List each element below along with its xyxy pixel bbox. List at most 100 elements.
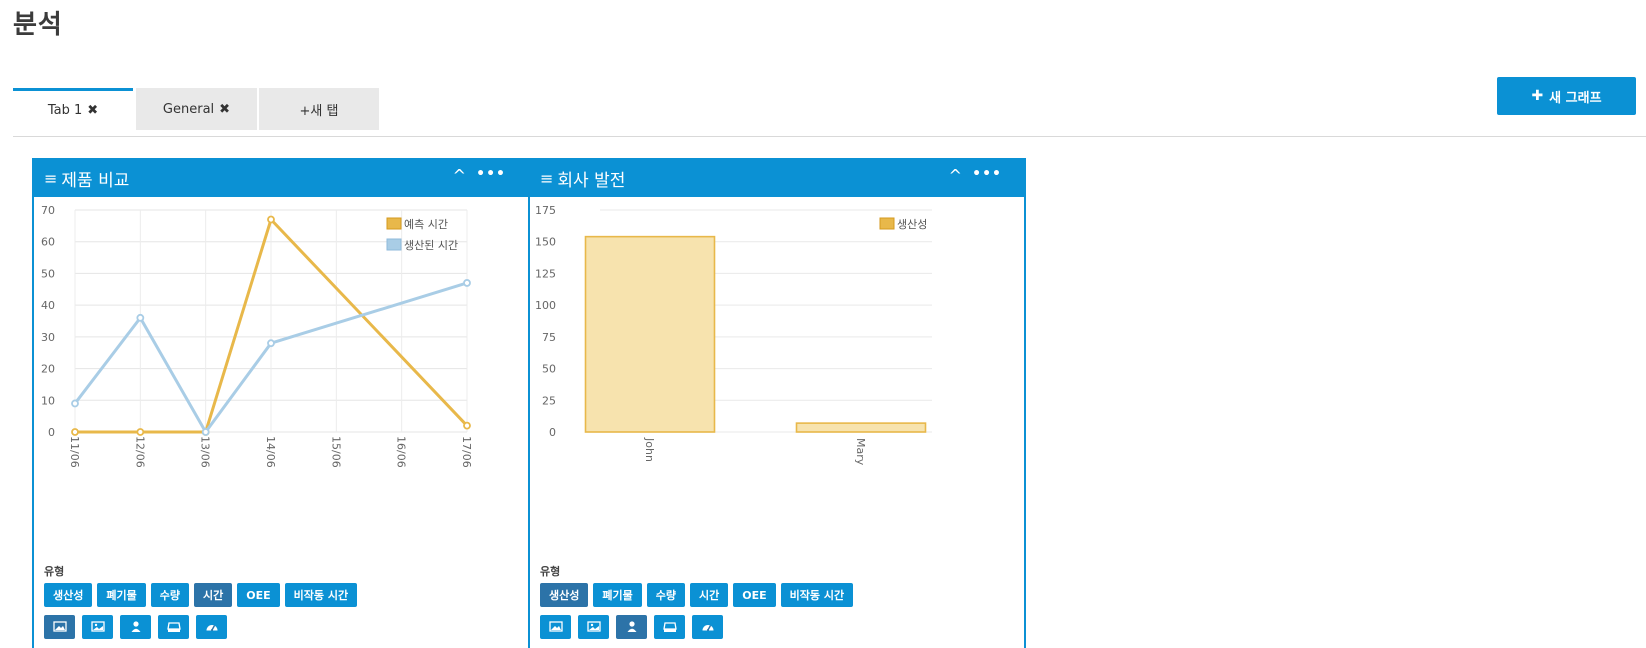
type-button-5[interactable]: 비작동 시간 — [284, 583, 358, 607]
chevron-up-icon[interactable]: ^ — [453, 166, 466, 185]
page-title: 분석 — [13, 10, 63, 40]
panel-company-growth: ≡ 회사 발전 ^ ••• 0 25 50 75 100 125 150 175 John Mar… — [528, 158, 1026, 648]
type-button-5[interactable]: 비작동 시간 — [780, 583, 854, 607]
data-point — [267, 215, 275, 224]
panel-header: ≡ 회사 발전 ^ ••• — [530, 160, 1024, 197]
picture-icon-button[interactable] — [578, 615, 609, 639]
bar-mary — [795, 422, 927, 433]
type-button-0[interactable]: 생산성 — [44, 583, 93, 607]
menu-icon[interactable]: ≡ — [540, 170, 553, 187]
y-tick-label: 100 — [535, 299, 556, 312]
chevron-up-icon[interactable]: ^ — [949, 166, 962, 185]
legend-swatch — [879, 217, 895, 230]
image-icon-button[interactable] — [540, 615, 571, 639]
panel-product-comparison: ≡ 제품 비교 ^ ••• 0 10 20 30 40 50 60 70 11/06 12/06 1… — [32, 158, 530, 648]
data-point — [463, 421, 471, 430]
machine-icon — [166, 622, 181, 632]
legend-label: 생산성 — [897, 218, 927, 231]
x-tick-label: 11/06 — [68, 436, 81, 468]
type-button-4[interactable]: OEE — [733, 583, 776, 607]
picture-icon — [90, 621, 105, 632]
data-point — [71, 428, 79, 436]
tab-label: General — [162, 101, 215, 117]
machine-icon — [662, 622, 677, 632]
machine-icon-button[interactable] — [654, 615, 685, 639]
bar-chart: 0 25 50 75 100 125 150 175 John Mary 생산성 — [535, 204, 932, 466]
type-button-2[interactable]: 수량 — [646, 583, 685, 607]
legend-swatch — [386, 238, 402, 251]
panel-title: 회사 발전 — [557, 171, 626, 191]
picture-icon — [586, 621, 601, 632]
x-tick-label: 17/06 — [460, 436, 473, 468]
type-button-3[interactable]: 시간 — [690, 583, 729, 607]
tab-label: +새 탭 — [299, 103, 339, 119]
legend-label: 생산된 시간 — [404, 239, 458, 252]
image-icon — [548, 621, 563, 632]
machine-icon-button[interactable] — [158, 615, 189, 639]
bar-john — [584, 235, 716, 433]
y-tick-label: 175 — [535, 204, 556, 217]
y-tick-label: 125 — [535, 267, 556, 280]
user-icon — [627, 621, 636, 632]
gauge-icon-button[interactable] — [692, 615, 723, 639]
close-icon[interactable]: ✖ — [87, 103, 98, 118]
type-button-0[interactable]: 생산성 — [540, 583, 589, 607]
new-graph-label: 새 그래프 — [1549, 90, 1602, 106]
data-point — [463, 279, 471, 287]
y-tick-label: 40 — [41, 299, 55, 312]
tab-label: Tab 1 — [47, 103, 83, 118]
more-icon[interactable]: ••• — [972, 166, 1002, 182]
icon-buttons — [540, 615, 723, 639]
y-tick-label: 50 — [41, 267, 55, 280]
y-tick-label: 75 — [542, 331, 556, 344]
x-tick-label: John — [643, 437, 656, 462]
tab-tab-1[interactable]: Tab 1 ✖ — [13, 88, 133, 130]
image-icon-button[interactable] — [44, 615, 75, 639]
tab-divider — [13, 136, 1646, 137]
picture-icon-button[interactable] — [82, 615, 113, 639]
close-icon[interactable]: ✖ — [219, 102, 230, 117]
type-button-2[interactable]: 수량 — [150, 583, 189, 607]
legend-label: 예측 시간 — [404, 218, 448, 231]
y-tick-label: 70 — [41, 204, 55, 217]
x-tick-label: Mary — [854, 438, 867, 466]
new-graph-button[interactable]: ✚ 새 그래프 — [1497, 77, 1636, 115]
legend-swatch — [386, 217, 402, 230]
tab-new[interactable]: +새 탭 — [259, 88, 379, 130]
line-chart: 0 10 20 30 40 50 60 70 11/06 12/06 13/06 14/06 15/06… — [41, 204, 473, 468]
user-icon — [131, 621, 140, 632]
y-tick-label: 30 — [41, 331, 55, 344]
gauge-icon — [702, 625, 713, 631]
type-label: 유형 — [540, 565, 561, 578]
more-icon[interactable]: ••• — [476, 166, 506, 182]
x-tick-label: 13/06 — [199, 436, 212, 468]
y-tick-label: 0 — [48, 426, 55, 439]
panel-title: 제품 비교 — [61, 171, 130, 191]
type-button-3[interactable]: 시간 — [194, 583, 233, 607]
user-icon-button[interactable] — [616, 615, 647, 639]
menu-icon[interactable]: ≡ — [44, 170, 57, 187]
y-tick-label: 25 — [542, 394, 556, 407]
gauge-icon — [206, 625, 217, 631]
x-tick-label: 12/06 — [133, 436, 146, 468]
type-buttons: 생산성 폐기물 수량 시간 OEE 비작동 시간 — [540, 583, 854, 607]
y-tick-label: 50 — [542, 363, 556, 376]
y-tick-label: 10 — [41, 394, 55, 407]
user-icon-button[interactable] — [120, 615, 151, 639]
y-tick-label: 60 — [41, 236, 55, 249]
tab-general[interactable]: General ✖ — [136, 88, 257, 130]
type-button-1[interactable]: 폐기물 — [97, 583, 146, 607]
gauge-icon-button[interactable] — [196, 615, 227, 639]
y-tick-label: 0 — [549, 426, 556, 439]
y-tick-label: 150 — [535, 236, 556, 249]
x-tick-label: 14/06 — [264, 436, 277, 468]
data-point — [136, 428, 145, 436]
data-point — [71, 399, 79, 408]
type-button-1[interactable]: 폐기물 — [593, 583, 642, 607]
plus-icon: ✚ — [1531, 88, 1544, 104]
image-icon — [52, 621, 67, 632]
type-label: 유형 — [44, 565, 65, 578]
x-tick-label: 16/06 — [395, 436, 408, 468]
type-button-4[interactable]: OEE — [237, 583, 280, 607]
type-buttons: 생산성 폐기물 수량 시간 OEE 비작동 시간 — [44, 583, 358, 607]
